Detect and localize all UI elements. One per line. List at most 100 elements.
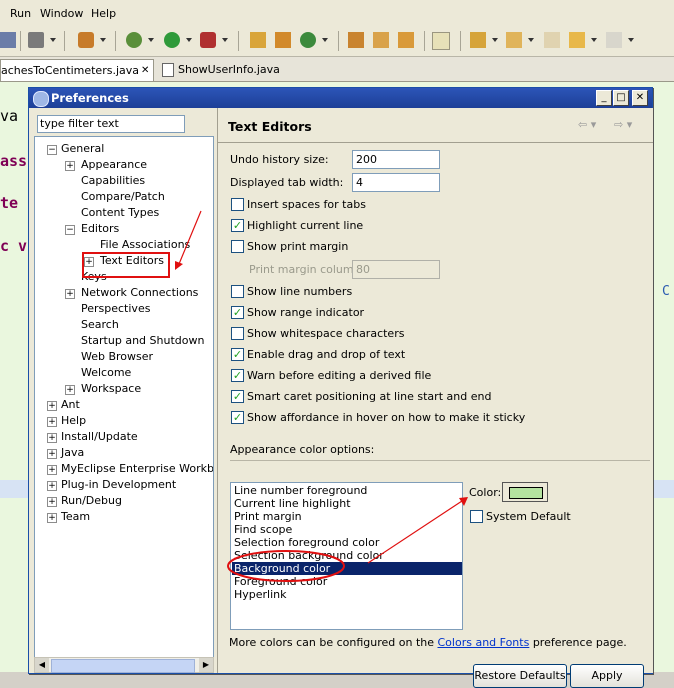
new-package-icon[interactable]: [275, 32, 291, 48]
back-arrow-icon[interactable]: [569, 32, 585, 48]
tree-item-startup-shutdown[interactable]: Startup and Shutdown: [81, 334, 204, 347]
expand-icon[interactable]: +: [65, 385, 75, 395]
tree-horizontal-scrollbar[interactable]: ◀ ▶: [34, 657, 214, 673]
tree-item-capabilities[interactable]: Capabilities: [81, 174, 145, 187]
tools-icon[interactable]: [78, 32, 94, 48]
color-picker-button[interactable]: [502, 482, 548, 502]
new-project-icon[interactable]: [250, 32, 266, 48]
smart-caret-checkbox[interactable]: ✓: [231, 390, 244, 403]
drag-drop-checkbox[interactable]: ✓: [231, 348, 244, 361]
expand-icon[interactable]: +: [47, 481, 57, 491]
tree-item-run-debug[interactable]: Run/Debug: [61, 494, 122, 507]
editor-tab-active[interactable]: achesToCentimeters.java ✕: [0, 59, 154, 81]
expand-icon[interactable]: +: [47, 417, 57, 427]
highlight-line-checkbox[interactable]: ✓: [231, 219, 244, 232]
print-icon[interactable]: [0, 32, 16, 48]
chevron-down-icon[interactable]: [100, 38, 106, 42]
warn-derived-checkbox[interactable]: ✓: [231, 369, 244, 382]
expand-icon[interactable]: +: [47, 433, 57, 443]
expand-icon[interactable]: +: [47, 401, 57, 411]
expand-icon[interactable]: +: [65, 289, 75, 299]
editor-tab[interactable]: ShowUserInfo.java: [162, 59, 302, 80]
forward-arrow-icon[interactable]: [606, 32, 622, 48]
range-indicator-checkbox[interactable]: ✓: [231, 306, 244, 319]
expand-icon[interactable]: +: [47, 449, 57, 459]
hover-affordance-checkbox[interactable]: ✓: [231, 411, 244, 424]
search-icon[interactable]: [373, 32, 389, 48]
debug-icon[interactable]: [126, 32, 142, 48]
chevron-down-icon[interactable]: [222, 38, 228, 42]
new-class-icon[interactable]: [300, 32, 316, 48]
tree-item-plugin-development[interactable]: Plug-in Development: [61, 478, 176, 491]
tree-item-content-types[interactable]: Content Types: [81, 206, 159, 219]
tree-item-team[interactable]: Team: [61, 510, 90, 523]
tree-item-network-connections[interactable]: Network Connections: [81, 286, 198, 299]
print-margin-checkbox[interactable]: [231, 240, 244, 253]
menu-run[interactable]: Run: [10, 7, 31, 20]
chevron-down-icon[interactable]: [628, 38, 634, 42]
previous-annotation-icon[interactable]: [506, 32, 522, 48]
chevron-down-icon[interactable]: [492, 38, 498, 42]
last-edit-icon[interactable]: [544, 32, 560, 48]
forward-arrow-icon[interactable]: ⇨ ▾: [614, 118, 632, 131]
tree-item-myeclipse[interactable]: MyEclipse Enterprise Workbenc: [61, 462, 213, 475]
collapse-icon[interactable]: −: [47, 145, 57, 155]
expand-icon[interactable]: +: [65, 161, 75, 171]
checkbox-label: Warn before editing a derived file: [247, 369, 432, 382]
scrollbar-thumb[interactable]: [51, 659, 195, 673]
restore-defaults-button[interactable]: Restore Defaults: [473, 664, 567, 688]
insert-spaces-checkbox[interactable]: [231, 198, 244, 211]
tree-item-search[interactable]: Search: [81, 318, 119, 331]
highlight-icon[interactable]: [432, 32, 450, 50]
external-tools-icon[interactable]: [200, 32, 216, 48]
list-item[interactable]: Line number foreground: [234, 484, 367, 497]
apply-button[interactable]: Apply: [570, 664, 644, 688]
colors-fonts-link[interactable]: Colors and Fonts: [438, 636, 530, 649]
toolbar-separator: [20, 31, 21, 51]
next-annotation-icon[interactable]: [470, 32, 486, 48]
tree-item-welcome[interactable]: Welcome: [81, 366, 131, 379]
expand-icon[interactable]: +: [47, 497, 57, 507]
tree-item-web-browser[interactable]: Web Browser: [81, 350, 153, 363]
tab-width-input[interactable]: 4: [352, 173, 440, 192]
close-button[interactable]: ✕: [632, 90, 648, 106]
chevron-down-icon[interactable]: [50, 38, 56, 42]
camera-icon[interactable]: [28, 32, 44, 48]
eclipse-icon: [33, 91, 49, 107]
whitespace-checkbox[interactable]: [231, 327, 244, 340]
undo-history-input[interactable]: 200: [352, 150, 440, 169]
maximize-button[interactable]: □: [613, 90, 629, 106]
chevron-down-icon[interactable]: [148, 38, 154, 42]
expand-icon[interactable]: +: [47, 465, 57, 475]
chevron-down-icon[interactable]: [322, 38, 328, 42]
tree-item-appearance[interactable]: Appearance: [81, 158, 147, 171]
tree-item-java[interactable]: Java: [61, 446, 84, 459]
dialog-title-bar[interactable]: Preferences _ □ ✕: [29, 88, 652, 108]
tree-item-help[interactable]: Help: [61, 414, 86, 427]
expand-icon[interactable]: +: [47, 513, 57, 523]
scroll-right-icon[interactable]: ▶: [199, 658, 213, 672]
collapse-icon[interactable]: −: [65, 225, 75, 235]
chevron-down-icon[interactable]: [186, 38, 192, 42]
tree-item-perspectives[interactable]: Perspectives: [81, 302, 150, 315]
tree-item-ant[interactable]: Ant: [61, 398, 80, 411]
scroll-left-icon[interactable]: ◀: [35, 658, 49, 672]
line-numbers-checkbox[interactable]: [231, 285, 244, 298]
close-icon[interactable]: ✕: [141, 60, 149, 81]
tree-item-editors[interactable]: Editors: [81, 222, 119, 235]
menu-help[interactable]: Help: [91, 7, 116, 20]
filter-input[interactable]: type filter text: [37, 115, 185, 133]
preferences-dialog: Preferences _ □ ✕ type filter text − Gen…: [28, 87, 653, 688]
tree-item-general[interactable]: General: [61, 142, 104, 155]
menu-window[interactable]: Window: [40, 7, 83, 20]
open-type-icon[interactable]: [348, 32, 364, 48]
run-icon[interactable]: [164, 32, 180, 48]
tree-item-workspace[interactable]: Workspace: [81, 382, 141, 395]
tree-item-compare-patch[interactable]: Compare/Patch: [81, 190, 165, 203]
back-arrow-icon[interactable]: ⇦ ▾: [578, 118, 596, 131]
open-task-icon[interactable]: [398, 32, 414, 48]
chevron-down-icon[interactable]: [528, 38, 534, 42]
minimize-button[interactable]: _: [596, 90, 612, 106]
chevron-down-icon[interactable]: [591, 38, 597, 42]
tree-item-install-update[interactable]: Install/Update: [61, 430, 138, 443]
